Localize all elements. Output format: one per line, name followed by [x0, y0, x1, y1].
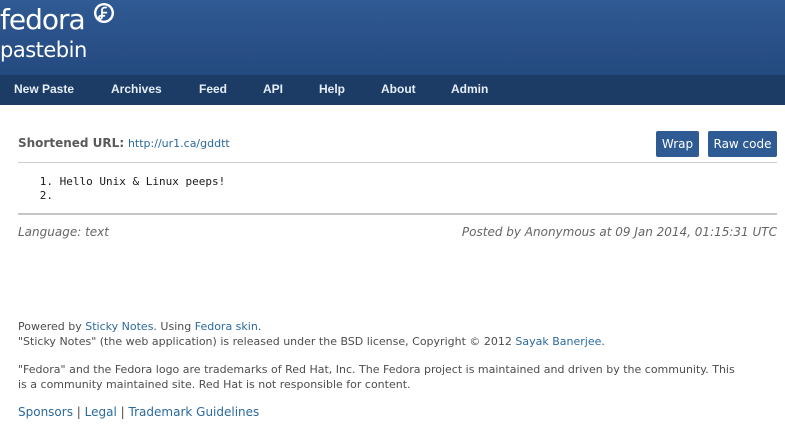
line-number: 2. [39, 189, 53, 202]
logo-text-pastebin: pastebin [0, 38, 87, 62]
fedora-skin-link[interactable]: Fedora skin [195, 320, 258, 333]
footer-using: . Using [153, 320, 192, 333]
link-separator: | [76, 405, 81, 419]
site-header: fedora pastebin [0, 0, 785, 75]
shortened-url-colon: : [119, 136, 125, 150]
code-line: 1. Hello Unix & Linux peeps! [28, 175, 225, 189]
main-nav: New Paste Archives Feed API Help About A… [0, 75, 785, 105]
code-text: Hello Unix & Linux peeps! [59, 175, 226, 188]
nav-about[interactable]: About [381, 75, 416, 105]
nav-new-paste[interactable]: New Paste [14, 75, 74, 105]
trademark-guidelines-link[interactable]: Trademark Guidelines [129, 405, 260, 419]
shortened-url-row: Shortened URL: http://ur1.ca/gddtt [18, 135, 230, 152]
code-line: 2. [28, 189, 225, 203]
line-number: 1. [39, 175, 53, 188]
nav-feed[interactable]: Feed [199, 75, 227, 105]
footer-powered-prefix: Powered by [18, 320, 82, 333]
footer-links: Sponsors | Legal | Trademark Guidelines [18, 405, 259, 420]
footer-powered-suffix: . [257, 320, 262, 333]
logo-text-fedora: fedora [0, 3, 86, 36]
fedora-pastebin-logo[interactable]: fedora pastebin [0, 0, 130, 75]
nav-api[interactable]: API [263, 75, 283, 105]
link-separator: | [120, 405, 125, 419]
sponsors-link[interactable]: Sponsors [18, 405, 73, 419]
paste-language: Language: text [18, 225, 109, 239]
sticky-notes-link[interactable]: Sticky Notes [85, 320, 153, 333]
legal-link[interactable]: Legal [85, 405, 117, 419]
raw-code-button[interactable]: Raw code [708, 131, 777, 157]
nav-archives[interactable]: Archives [111, 75, 162, 105]
footer-powered: Powered by Sticky Notes. Using Fedora sk… [18, 319, 605, 349]
wrap-button[interactable]: Wrap [656, 131, 699, 157]
divider-bottom [18, 213, 777, 215]
fedora-infinity-icon [94, 3, 114, 23]
shortened-url-label: Shortened URL [18, 136, 120, 150]
paste-code-block: 1. Hello Unix & Linux peeps! 2. [28, 175, 225, 203]
trademark-line-2: is a community maintained site. Red Hat … [18, 378, 411, 391]
footer-trademark: "Fedora" and the Fedora logo are tradema… [18, 362, 735, 392]
divider-top [18, 162, 777, 163]
shortened-url-link[interactable]: http://ur1.ca/gddtt [128, 137, 230, 150]
footer-license-suffix: . [601, 335, 605, 348]
author-link[interactable]: Sayak Banerjee [515, 335, 601, 348]
paste-posted-info: Posted by Anonymous at 09 Jan 2014, 01:1… [461, 225, 777, 239]
footer-license-text: "Sticky Notes" (the web application) is … [18, 335, 512, 348]
nav-help[interactable]: Help [319, 75, 345, 105]
nav-admin[interactable]: Admin [451, 75, 488, 105]
trademark-line-1: "Fedora" and the Fedora logo are tradema… [18, 363, 735, 376]
